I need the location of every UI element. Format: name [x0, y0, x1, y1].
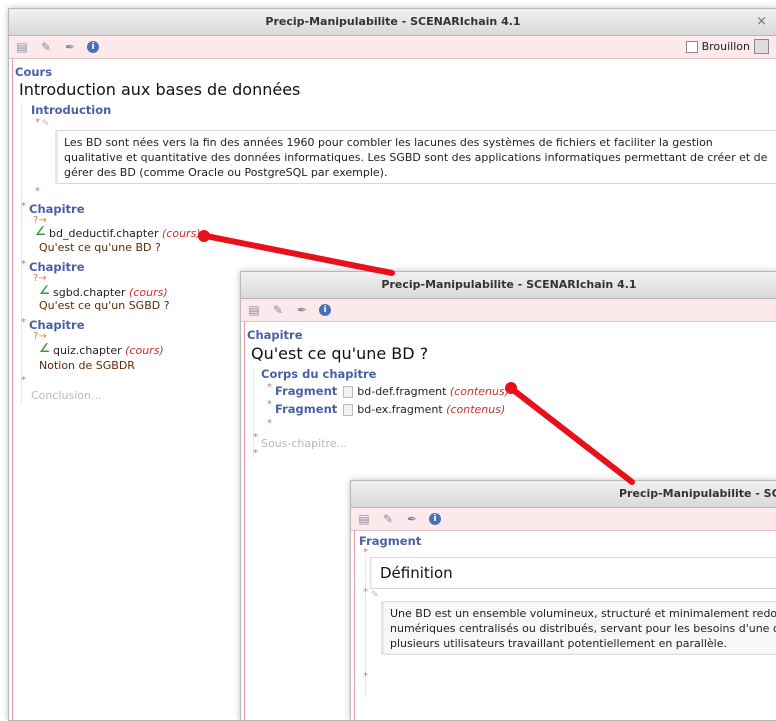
- chapter-file-2: sgbd.chapter: [53, 286, 126, 299]
- fragment-file-2: bd-ex.fragment: [357, 403, 443, 416]
- info-icon[interactable]: i: [319, 304, 331, 316]
- star-marker: *: [363, 587, 368, 598]
- chapter-subtitle-3: Notion de SGBDR: [39, 359, 135, 372]
- star-marker: *: [21, 317, 26, 328]
- document-icon: [343, 386, 354, 398]
- star-marker: *: [21, 201, 26, 212]
- chapter-ref-2[interactable]: sgbd.chapter (cours): [53, 286, 168, 299]
- star-marker: *: [35, 117, 40, 128]
- intro-paragraph[interactable]: Les BD sont nées vers la fin des années …: [55, 130, 776, 184]
- fragment-type-2: (contenus): [446, 403, 506, 416]
- margin-line: [12, 58, 13, 720]
- chapter-file-1: bd_deductif.chapter: [49, 227, 159, 240]
- chapter-type-1: (cours): [162, 227, 201, 240]
- chapter-title[interactable]: Qu'est ce qu'une BD ?: [251, 344, 428, 363]
- edit-icon[interactable]: ✎: [271, 303, 285, 317]
- introduction-label[interactable]: Introduction: [31, 103, 111, 117]
- chapter-ref-3[interactable]: quiz.chapter (cours): [53, 344, 164, 357]
- fragment-file-1: bd-def.fragment: [357, 385, 447, 398]
- cours-label[interactable]: Cours: [15, 65, 52, 79]
- info-icon[interactable]: i: [429, 513, 441, 525]
- definition-line-2: numériques centralisés ou distribués, se…: [390, 622, 776, 635]
- star-marker: *: [253, 432, 258, 443]
- fragment-window: Precip-Manipulabilite - SCENARI ▤ ✎ ✒ i …: [350, 480, 776, 721]
- chapter-link-icon: ∠: [35, 224, 46, 238]
- section-guide: [253, 368, 254, 458]
- save-icon[interactable]: ▤: [15, 40, 29, 54]
- pencil-icon: ✎: [371, 590, 379, 600]
- edit-icon[interactable]: ✎: [39, 40, 53, 54]
- star-marker: *: [267, 382, 272, 393]
- info-icon[interactable]: i: [87, 41, 99, 53]
- brouillon-checkbox[interactable]: [685, 40, 698, 53]
- sous-chapitre-placeholder[interactable]: Sous-chapitre...: [261, 437, 347, 450]
- fragment-heading-label[interactable]: Fragment: [359, 534, 421, 548]
- save-icon[interactable]: ▤: [247, 303, 261, 317]
- star-marker: *: [267, 399, 272, 410]
- fragment-label-1: Fragment: [275, 384, 338, 398]
- fragment-label-2: Fragment: [275, 402, 338, 416]
- chapter-toolbar: ▤ ✎ ✒ i: [241, 299, 776, 322]
- edit-icon[interactable]: ✎: [381, 512, 395, 526]
- chapter-type-3: (cours): [125, 344, 164, 357]
- conclusion-placeholder[interactable]: Conclusion...: [31, 389, 101, 402]
- definition-text: Une BD est un ensemble volumineux, struc…: [384, 602, 776, 655]
- definition-title-box[interactable]: Définition: [369, 557, 776, 589]
- fragment-titlebar: Precip-Manipulabilite - SCENARI: [351, 481, 776, 508]
- pen-icon[interactable]: ✒: [405, 512, 419, 526]
- chapter-file-3: quiz.chapter: [53, 344, 122, 357]
- margin-line: [354, 530, 355, 720]
- intro-text: Les BD sont nées vers la fin des années …: [64, 136, 768, 179]
- definition-title: Définition: [380, 564, 453, 582]
- star-marker: *: [21, 259, 26, 270]
- main-window-title: Precip-Manipulabilite - SCENARIchain 4.1: [265, 15, 521, 28]
- definition-line-3: plusieurs utilisateurs travaillant poten…: [390, 637, 727, 650]
- main-titlebar: Precip-Manipulabilite - SCENARIchain 4.1…: [9, 9, 776, 36]
- chapter-ref-1[interactable]: bd_deductif.chapter (cours): [49, 227, 201, 240]
- save-icon[interactable]: ▤: [357, 512, 371, 526]
- section-guide: [21, 103, 22, 403]
- definition-line-1: Une BD est un ensemble volumineux, struc…: [390, 607, 776, 620]
- panel-toggle-button[interactable]: [754, 39, 769, 54]
- brouillon-toggle[interactable]: Brouillon: [685, 39, 769, 54]
- chapter-link-icon: ∠: [39, 341, 50, 355]
- chapter-link-icon: ∠: [39, 283, 50, 297]
- chapter-window-title: Precip-Manipulabilite - SCENARIchain 4.1: [381, 278, 637, 291]
- margin-line: [244, 321, 245, 720]
- course-title[interactable]: Introduction aux bases de données: [19, 80, 300, 99]
- fragment-window-title: Precip-Manipulabilite - SCENARI: [619, 487, 776, 500]
- star-marker: *: [253, 448, 258, 459]
- close-icon[interactable]: ×: [756, 9, 767, 35]
- fragment-type-1: (contenus): [449, 385, 509, 398]
- star-marker: *: [21, 375, 26, 386]
- star-marker: *: [35, 186, 40, 197]
- chapitre-label-3[interactable]: Chapitre: [29, 318, 85, 332]
- chapter-titlebar: Precip-Manipulabilite - SCENARIchain 4.1: [241, 272, 776, 299]
- fragment-ref-1[interactable]: Fragment bd-def.fragment (contenus): [275, 384, 509, 398]
- fragment-ref-2[interactable]: Fragment bd-ex.fragment (contenus): [275, 402, 505, 416]
- main-toolbar: ▤ ✎ ✒ i Brouillon: [9, 36, 776, 59]
- pen-icon[interactable]: ✒: [63, 40, 77, 54]
- chapter-subtitle-2: Qu'est ce qu'un SGBD ?: [39, 299, 170, 312]
- star-marker: *: [363, 671, 368, 682]
- pencil-icon: ✎: [42, 119, 50, 129]
- chapitre-label-2[interactable]: Chapitre: [29, 260, 85, 274]
- chapitre-label-1[interactable]: Chapitre: [29, 202, 85, 216]
- brouillon-label: Brouillon: [701, 40, 750, 53]
- corps-label[interactable]: Corps du chapitre: [261, 367, 376, 381]
- star-marker: *: [267, 418, 272, 429]
- chapitre-heading-label[interactable]: Chapitre: [247, 328, 303, 342]
- fragment-toolbar: ▤ ✎ ✒ i: [351, 508, 776, 531]
- document-icon: [343, 404, 354, 416]
- chapter-type-2: (cours): [129, 286, 168, 299]
- pen-icon[interactable]: ✒: [295, 303, 309, 317]
- definition-paragraph[interactable]: Une BD est un ensemble volumineux, struc…: [381, 601, 776, 655]
- chapter-subtitle-1: Qu'est ce qu'une BD ?: [39, 241, 161, 254]
